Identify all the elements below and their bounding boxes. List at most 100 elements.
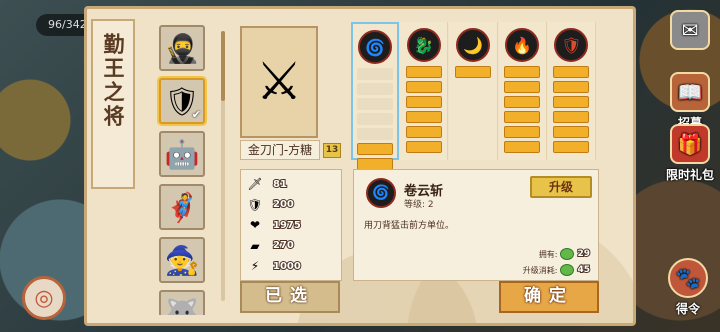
skill-column[interactable]: 🌀 xyxy=(351,22,400,170)
owned-count: 拥有: 29 xyxy=(538,248,591,260)
hero-card[interactable]: 🐺 xyxy=(159,290,205,315)
skill-description: 用刀背猛击前方单位。 xyxy=(364,221,455,231)
limited-gift-button[interactable]: 🎁 限时礼包 xyxy=(660,124,720,183)
hero-avatar: 🥷 xyxy=(164,31,200,65)
stat-defense: 🛡 200 xyxy=(247,195,341,216)
skill-column[interactable]: 🌙 xyxy=(449,22,498,160)
skill-icon: 🌙 xyxy=(456,28,491,62)
skill-level-bar xyxy=(504,81,541,93)
owned-value: 29 xyxy=(577,248,591,260)
skill-icon: 🔥 xyxy=(505,28,540,62)
scrollbar-thumb[interactable] xyxy=(221,31,225,101)
hero-card[interactable]: 🤖 xyxy=(159,131,205,177)
skill-level-bar xyxy=(405,66,442,78)
stat-armor: ▰ 270 xyxy=(247,236,341,257)
hero-portrait: ⚔ xyxy=(240,26,318,138)
skill-level-bar xyxy=(504,66,541,78)
panel-title-tab: 勤王之将 xyxy=(91,19,135,189)
skill-level-bar xyxy=(553,141,590,153)
skill-level-bar xyxy=(357,113,394,125)
skill-level-bar xyxy=(504,111,541,123)
skill-swirl-icon: 🌀 xyxy=(366,178,396,208)
skill-level: 等级: 2 xyxy=(404,200,434,210)
hero-stats: 🗡 81 🛡 200 ❤ 1975 ▰ 270 ⚡ 1000 xyxy=(240,169,342,281)
cost-label: 升级消耗: xyxy=(522,265,558,275)
book-icon: 📖 xyxy=(670,72,710,112)
skill-level-bar xyxy=(357,98,394,110)
hero-card[interactable]: 🦸 xyxy=(159,184,205,230)
lifebuoy-icon: ◎ xyxy=(34,285,54,311)
skill-level-bar xyxy=(405,81,442,93)
lifebuoy-button[interactable]: ◎ xyxy=(22,276,66,320)
hero-portrait-image: ⚔ xyxy=(255,52,303,112)
skill-level-bar xyxy=(405,126,442,138)
selected-button[interactable]: 已选 xyxy=(240,281,340,313)
skill-icon: 🐉 xyxy=(406,28,441,62)
skill-column[interactable]: 🐉 xyxy=(400,22,449,160)
skill-level-bar xyxy=(504,96,541,108)
owned-label: 拥有: xyxy=(538,249,558,259)
hero-avatar: 🧙 xyxy=(164,243,200,277)
stat-speed: ⚡ 1000 xyxy=(247,256,341,277)
stat-value: 270 xyxy=(272,239,295,252)
skill-level-bar xyxy=(455,66,492,78)
skill-level-bar xyxy=(405,111,442,123)
stat-attack: 🗡 81 xyxy=(247,174,341,195)
recruit-button[interactable]: 📖 招募 xyxy=(666,72,714,131)
upgrade-cost: 升级消耗: 45 xyxy=(522,264,591,276)
skill-level-bar xyxy=(405,96,442,108)
skill-icon: 🛡 xyxy=(554,28,589,62)
skill-column[interactable]: 🔥 xyxy=(498,22,547,160)
skill-level-bar xyxy=(553,111,590,123)
shield-icon: 🛡 xyxy=(247,197,263,212)
skill-columns: 🌀 🐉 🌙 🔥 🛡 xyxy=(351,22,597,170)
skill-level-bar xyxy=(553,81,590,93)
gift-icon: 🎁 xyxy=(670,124,710,164)
skill-column[interactable]: 🛡 xyxy=(547,22,596,160)
stat-health: ❤ 1975 xyxy=(247,215,341,236)
skill-level-bar xyxy=(504,141,541,153)
skill-level-bar xyxy=(553,66,590,78)
stat-value: 1000 xyxy=(272,260,302,273)
stat-value: 200 xyxy=(272,198,295,211)
hero-list[interactable]: 🥷 🛡 ✔ 🤖 🦸 🧙 🐺 xyxy=(155,25,209,315)
hero-avatar: 🤖 xyxy=(164,137,200,171)
skill-level-bar xyxy=(357,68,394,80)
check-icon: ✔ xyxy=(191,108,201,121)
armor-icon: ▰ xyxy=(250,238,260,253)
hero-card[interactable]: 🥷 xyxy=(159,25,205,71)
mail-button[interactable]: ✉ xyxy=(666,10,714,52)
skill-level-bar xyxy=(553,96,590,108)
gem-icon xyxy=(560,264,575,276)
skill-level-bar xyxy=(504,126,541,138)
stat-value: 1975 xyxy=(272,219,302,232)
hero-select-panel: 勤王之将 🥷 🛡 ✔ 🤖 🦸 🧙 🐺 ⚔ 金刀门-方糖 13 🗡 81 🛡 200 ❤… xyxy=(84,6,636,326)
confirm-button[interactable]: 确定 xyxy=(499,281,599,313)
limited-gift-label: 限时礼包 xyxy=(665,168,714,182)
panel-title: 勤王之将 xyxy=(101,33,126,129)
hero-card[interactable]: 🧙 xyxy=(159,237,205,283)
hero-card-selected[interactable]: 🛡 ✔ xyxy=(159,78,205,124)
skill-level-bar xyxy=(405,141,442,153)
stat-value: 81 xyxy=(272,178,288,191)
lightning-icon: ⚡ xyxy=(250,259,260,274)
skill-icon: 🌀 xyxy=(358,30,393,64)
skill-level-bar xyxy=(357,128,394,140)
upgrade-button[interactable]: 升级 xyxy=(530,176,592,198)
cost-value: 45 xyxy=(577,264,591,276)
skill-detail: 🌀 卷云斩 等级: 2 用刀背猛击前方单位。 升级 拥有: 29 升级消耗: 45 xyxy=(353,169,599,281)
gem-icon xyxy=(560,248,575,260)
skill-level-bar xyxy=(553,126,590,138)
skill-level-bar xyxy=(357,83,394,95)
hero-level-badge: 13 xyxy=(323,143,341,158)
heart-icon: ❤ xyxy=(249,218,261,233)
sword-icon: 🗡 xyxy=(247,177,263,192)
hero-avatar: 🦸 xyxy=(164,190,200,224)
order-button[interactable]: 🐾 得令 xyxy=(660,258,716,317)
skill-level-bar xyxy=(357,143,394,155)
order-label: 得令 xyxy=(675,302,700,316)
hero-name: 金刀门-方糖 xyxy=(240,140,320,160)
hero-avatar: 🐺 xyxy=(164,296,200,316)
mail-icon: ✉ xyxy=(670,10,710,50)
paw-icon: 🐾 xyxy=(668,258,708,298)
